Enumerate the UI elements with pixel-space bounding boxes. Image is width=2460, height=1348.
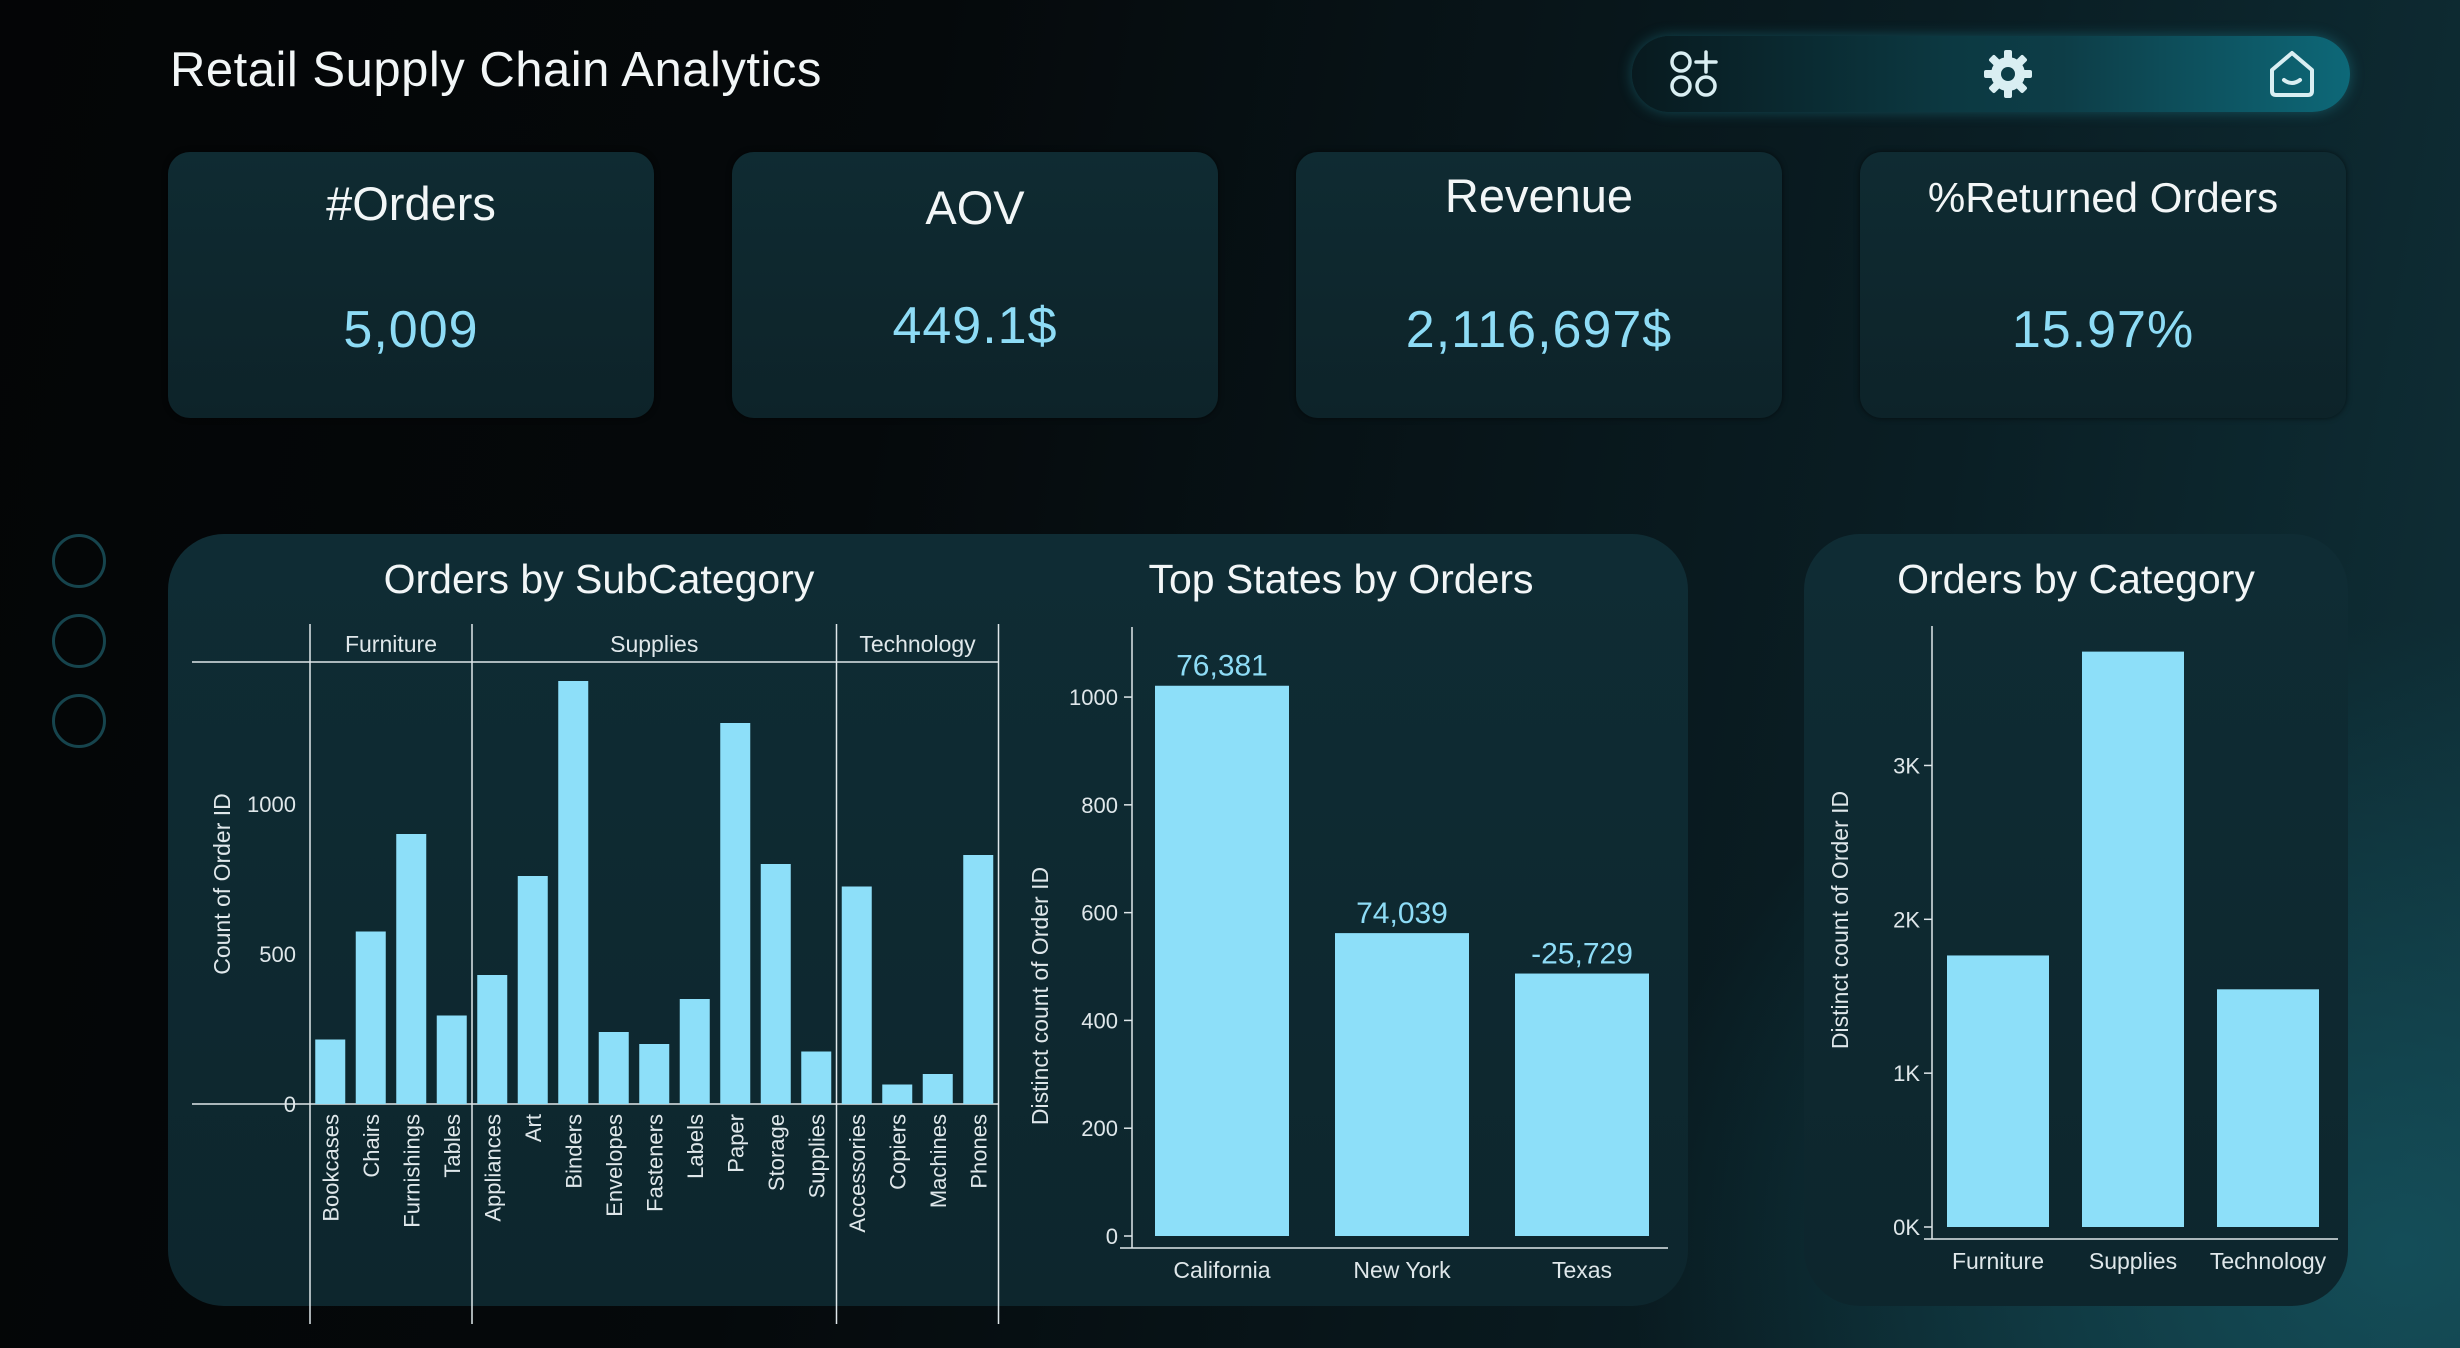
y-tick-label: 0 (1106, 1224, 1118, 1249)
kpi-label: AOV (925, 181, 1025, 234)
kpi-label: %Returned Orders (1927, 174, 2279, 221)
y-tick-label: 600 (1081, 901, 1118, 926)
y-tick-label: 3K (1893, 753, 1920, 778)
states-bar-chart: 0 200 400 600 800 1000 76,381 California 74,039 N… (1027, 627, 1668, 1283)
toolbar (1632, 36, 2350, 112)
data-label: 76,381 (1176, 650, 1268, 683)
x-tick-label: California (1173, 1257, 1270, 1283)
y-tick-label: 400 (1081, 1008, 1118, 1033)
x-tick-label: Furniture (1952, 1248, 2044, 1274)
kpi-label: Revenue (1444, 169, 1634, 222)
x-tick-label: Technology (2210, 1248, 2327, 1274)
page-dot[interactable] (52, 534, 106, 588)
kpi-value: 15.97% (2011, 301, 2195, 359)
y-tick-label: 800 (1081, 793, 1118, 818)
kpi-card-aov: AOV 449.1$ (732, 152, 1218, 418)
y-tick-label: 1K (1893, 1061, 1920, 1086)
page-dot[interactable] (52, 614, 106, 668)
y-tick-label: 200 (1081, 1116, 1118, 1141)
bar-supplies (2082, 651, 2184, 1227)
left-chart-panel: Orders by SubCategory Furniture Bookcases… (168, 534, 1688, 1324)
bar-new-york (1335, 933, 1469, 1236)
kpi-value: 5,009 (343, 301, 479, 359)
kpi-value: 449.1$ (892, 297, 1058, 355)
y-tick-label: 1000 (1069, 685, 1118, 710)
kpi-card-orders: #Orders 5,009 (168, 152, 654, 418)
y-tick-label: 2K (1893, 907, 1920, 932)
data-label: 74,039 (1356, 897, 1448, 930)
kpi-value: 2,116,697$ (1405, 301, 1673, 359)
kpi-label: #Orders (326, 177, 496, 230)
x-tick-label: Supplies (2089, 1248, 2177, 1274)
y-tick-label: 0K (1893, 1215, 1920, 1240)
gear-icon[interactable] (1982, 48, 2034, 100)
bar-furniture (1947, 955, 2049, 1227)
bar-california (1155, 685, 1289, 1236)
data-label: -25,729 (1531, 938, 1633, 971)
category-chart-panel: Orders by Category 0K 1K 2K 3K Furniture Supp… (1804, 534, 2348, 1306)
kpi-card-returned-orders: %Returned Orders 15.97% (1860, 152, 2346, 418)
dashboard: Retail Supply Chain Analytics #Orders 5,… (0, 0, 2460, 1348)
page-dot[interactable] (52, 694, 106, 748)
bar-technology (2217, 989, 2319, 1227)
apps-add-icon[interactable] (1668, 48, 1720, 100)
home-icon[interactable] (2266, 48, 2318, 100)
y-axis-label: Distinct count of Order ID (1027, 867, 1053, 1125)
x-tick-label: New York (1353, 1257, 1451, 1283)
kpi-card-revenue: Revenue 2,116,697$ (1296, 152, 1782, 418)
y-axis-label: Distinct count of Order ID (1827, 791, 1853, 1049)
bar-texas (1515, 973, 1649, 1236)
page-title: Retail Supply Chain Analytics (170, 43, 822, 97)
x-tick-label: Texas (1552, 1257, 1612, 1283)
page-navigator (52, 534, 106, 774)
category-bar-chart: 0K 1K 2K 3K Furniture Supplies Technology Disti… (1827, 626, 2338, 1274)
